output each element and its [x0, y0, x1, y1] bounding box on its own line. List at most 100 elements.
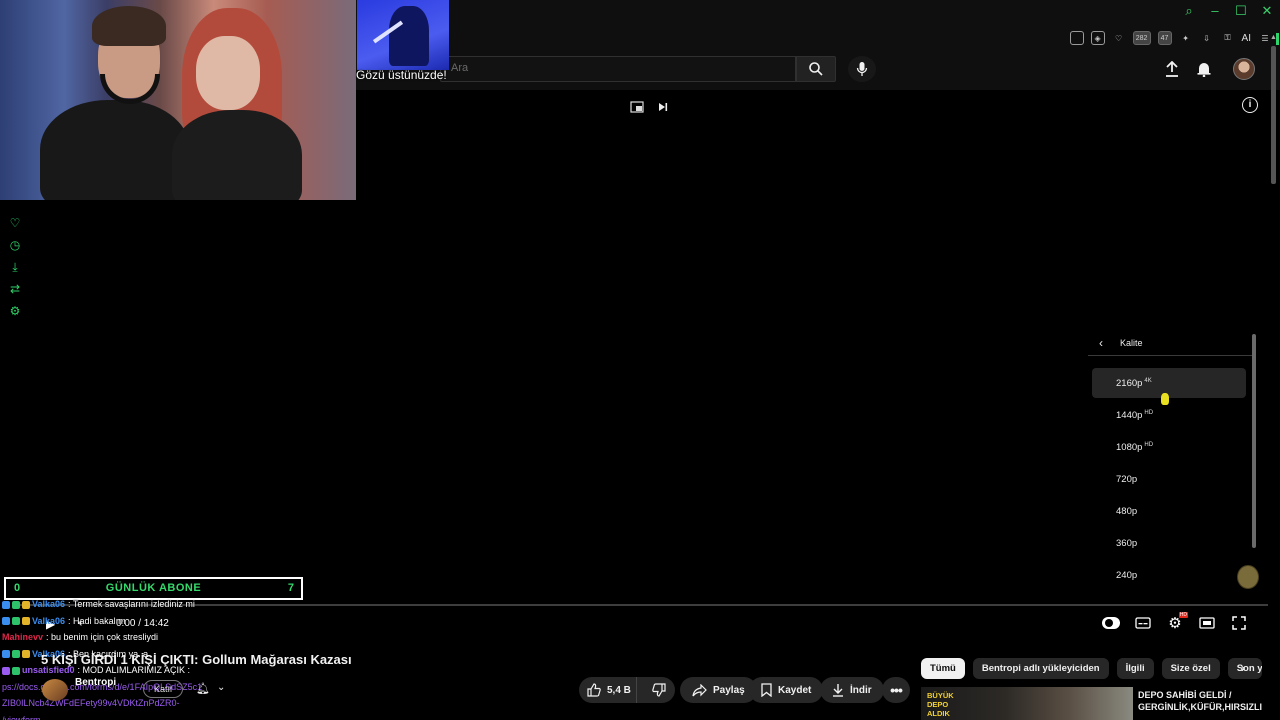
- close-icon[interactable]: ✕: [1260, 4, 1274, 18]
- quality-option-label: 720p: [1116, 474, 1138, 485]
- more-horizontal-icon: •••: [890, 682, 903, 698]
- settings-gear-icon[interactable]: ⚙ HD: [1166, 612, 1188, 632]
- lock-icon[interactable]: ⚿: [1221, 31, 1235, 45]
- chat-message: Mahinevv: bu benim için çok stresliydi: [2, 629, 302, 646]
- account-avatar[interactable]: [1233, 58, 1255, 80]
- theater-mode-icon[interactable]: [1198, 614, 1216, 632]
- bell-icon: [1197, 63, 1211, 77]
- quality-option-240p[interactable]: 240p: [1092, 560, 1246, 590]
- extension-badge-1[interactable]: 282: [1132, 31, 1151, 45]
- like-count: 5,4 B: [607, 684, 631, 696]
- chat-badge-icon: [12, 617, 20, 626]
- search-button[interactable]: [796, 56, 836, 82]
- join-button[interactable]: Katıl: [143, 680, 183, 698]
- ai-extension-icon[interactable]: AI: [1242, 31, 1251, 45]
- mouse-cursor: [1161, 393, 1169, 405]
- thumbs-down-icon: [652, 683, 666, 697]
- quality-option-1080p[interactable]: 1080p HD: [1092, 432, 1246, 462]
- chat-message: Valka06: Hadi bakalım: [2, 613, 302, 630]
- chevron-right-icon[interactable]: ›: [1235, 661, 1251, 677]
- video-title: 5 KİŞİ GİRDİ 1 KİŞİ ÇIKTI: Gollum Mağara…: [41, 652, 352, 667]
- chat-badge-icon: [2, 650, 10, 659]
- quality-badge: 4K: [1144, 378, 1152, 384]
- quality-option-720p[interactable]: 720p: [1092, 464, 1246, 494]
- back-chevron-icon[interactable]: ‹: [1099, 336, 1103, 350]
- chat-text: /viewform: [2, 714, 41, 720]
- page-scrollbar[interactable]: [1271, 46, 1276, 184]
- gear-icon[interactable]: ⚙: [8, 304, 22, 318]
- quality-option-label: 240p: [1116, 570, 1138, 581]
- quality-option-label: 360p: [1116, 538, 1138, 549]
- streamer-1-hair: [92, 6, 166, 46]
- shield-icon[interactable]: ◈: [1090, 31, 1105, 45]
- player-top-controls: [629, 99, 671, 115]
- chat-message: /viewform: [2, 712, 302, 720]
- like-button[interactable]: 5,4 B: [579, 677, 638, 703]
- quality-option-label: 2160p 4K: [1116, 378, 1152, 390]
- heart-icon[interactable]: ♡: [1112, 31, 1126, 45]
- save-button[interactable]: Kaydet: [749, 677, 824, 703]
- extension-badge-2[interactable]: 47: [1157, 31, 1172, 45]
- quality-badge: HD: [1144, 410, 1154, 416]
- quality-option-2160p[interactable]: 2160p 4K: [1092, 368, 1246, 398]
- download-icon[interactable]: ⤓: [8, 260, 22, 274]
- quality-menu-header[interactable]: ‹ Kalite: [1088, 330, 1252, 356]
- autoplay-toggle[interactable]: [1102, 614, 1120, 632]
- miniplayer-icon[interactable]: [629, 99, 645, 115]
- download-label: İndir: [850, 684, 872, 696]
- chevron-down-icon[interactable]: ⌄: [217, 682, 225, 693]
- chat-badge-icon: [12, 650, 20, 659]
- thumbs-up-icon: [587, 683, 601, 697]
- fullscreen-icon[interactable]: [1230, 614, 1248, 632]
- save-label: Kaydet: [778, 684, 812, 696]
- minimize-icon[interactable]: –: [1208, 4, 1222, 18]
- create-button[interactable]: [1161, 58, 1183, 80]
- related-video-thumbnail[interactable]: BÜYÜK DEPO ALDIK: [921, 687, 1133, 720]
- webcam-overlay: [0, 0, 356, 200]
- subtitles-icon[interactable]: [1134, 614, 1152, 632]
- puzzle-icon[interactable]: ✦: [1179, 31, 1193, 45]
- channel-name[interactable]: Bentropi: [75, 677, 116, 688]
- subscription-bell-icon[interactable]: 🔔︎: [196, 682, 210, 696]
- stream-overlay-image: [357, 0, 449, 70]
- search-icon[interactable]: ⌕: [1182, 4, 1196, 18]
- quality-option-480p[interactable]: 480p: [1092, 496, 1246, 526]
- channel-avatar[interactable]: [42, 679, 68, 701]
- overlay-caption: Gözü üstünüzde!: [356, 68, 447, 82]
- chat-text: ZIB0ILNcb4ZWFdEFety99v4VDKtZnPdZR0-: [2, 698, 180, 708]
- chip-from-uploader[interactable]: Bentropi adlı yükleyiciden: [972, 658, 1109, 679]
- voice-search-button[interactable]: [848, 56, 876, 82]
- chat-username: Mahinevv: [2, 632, 44, 642]
- screenshot-icon[interactable]: [1069, 31, 1084, 45]
- chat-username: Valka06: [32, 615, 66, 626]
- clock-icon[interactable]: ◷: [8, 238, 22, 252]
- quality-option-1440p[interactable]: 1440p HD: [1092, 400, 1246, 430]
- search-placeholder: Ara: [451, 62, 469, 74]
- quality-menu-scrollbar[interactable]: [1252, 334, 1256, 548]
- info-icon[interactable]: i: [1242, 97, 1258, 113]
- subs-counter-goal: 7: [287, 582, 294, 594]
- download-icon: [833, 684, 843, 697]
- chip-all[interactable]: Tümü: [921, 658, 965, 679]
- download-button[interactable]: İndir: [820, 677, 884, 703]
- streamer-2-head: [196, 36, 260, 110]
- chip-for-you[interactable]: Size özel: [1161, 658, 1220, 679]
- download-icon[interactable]: ⇩: [1200, 31, 1214, 45]
- notifications-button[interactable]: [1193, 58, 1215, 80]
- related-video-title[interactable]: DEPO SAHİBİ GELDİ / GERGİNLİK,KÜFÜR,HIRS…: [1138, 689, 1268, 713]
- search-input[interactable]: Ara: [440, 56, 796, 82]
- upload-icon: [1166, 61, 1178, 77]
- heart-icon[interactable]: ♡: [8, 216, 22, 230]
- dislike-button[interactable]: [643, 683, 675, 697]
- maximize-icon[interactable]: ☐: [1234, 4, 1248, 18]
- next-track-icon[interactable]: [655, 99, 671, 115]
- quality-option-360p[interactable]: 360p: [1092, 528, 1246, 558]
- streamer-2-body: [172, 110, 302, 200]
- quality-menu: ‹ Kalite 2160p 4K 1440p HD 1080p HD 720p 48…: [1088, 330, 1256, 602]
- share-button[interactable]: Paylaş: [680, 677, 757, 703]
- more-actions-button[interactable]: •••: [882, 677, 910, 703]
- share-icon[interactable]: ⇄: [8, 282, 22, 296]
- subs-counter-label: GÜNLÜK ABONE: [105, 582, 202, 594]
- chip-related[interactable]: İlgili: [1116, 658, 1154, 679]
- like-dislike-group: 5,4 B: [579, 677, 675, 703]
